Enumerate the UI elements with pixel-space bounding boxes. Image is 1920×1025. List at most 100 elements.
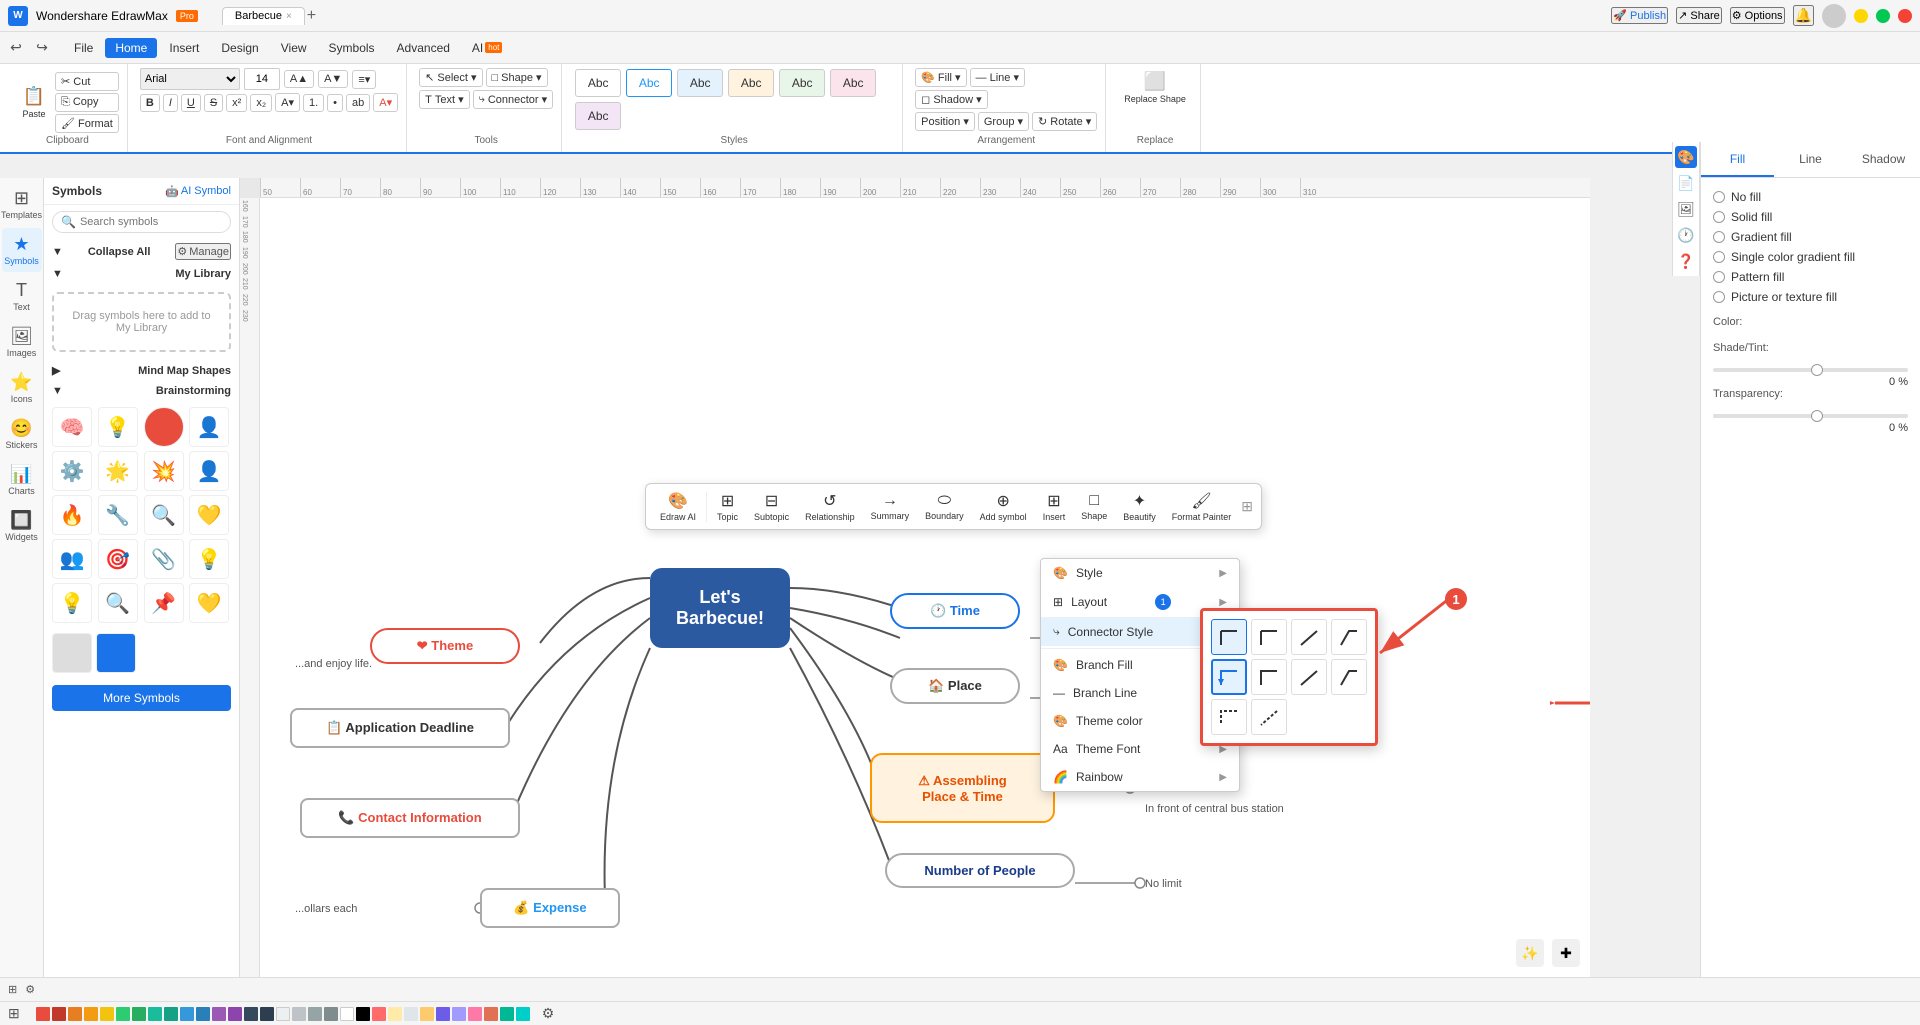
text-effect-button[interactable]: A▾ (275, 93, 300, 112)
swatch-cream[interactable] (388, 1007, 402, 1021)
fill-no-fill[interactable]: No fill (1713, 190, 1908, 204)
list-unordered-button[interactable]: • (327, 94, 343, 112)
manage-button[interactable]: ⚙ Manage (175, 243, 231, 260)
style-abc-1[interactable]: Abc (575, 69, 621, 97)
maximize-button[interactable] (1876, 9, 1890, 23)
sparkle-button[interactable]: ✨ (1516, 939, 1544, 967)
symbol-item-8[interactable]: 👤 (189, 451, 229, 491)
swatch-black[interactable] (356, 1007, 370, 1021)
menu-view[interactable]: View (271, 38, 317, 58)
symbol-item-22[interactable] (96, 633, 136, 673)
mm-node-expense[interactable]: 💰 Expense (480, 888, 620, 928)
ctx-style[interactable]: 🎨 Style ▶ (1041, 559, 1239, 587)
conn-style-10[interactable] (1251, 699, 1287, 735)
options-button[interactable]: ⚙ Options (1730, 7, 1785, 24)
picture-fill-radio[interactable] (1713, 291, 1725, 303)
style-abc-7[interactable]: Abc (575, 102, 621, 130)
symbol-item-13[interactable]: 👥 (52, 539, 92, 579)
ft-boundary[interactable]: ⬭ Boundary (919, 489, 970, 524)
tab-barbecue[interactable]: Barbecue × (222, 7, 305, 25)
swatch-white[interactable] (340, 1007, 354, 1021)
swatch-dark-purple[interactable] (228, 1007, 242, 1021)
ft-edraw-ai[interactable]: 🎨 Edraw AI (654, 488, 702, 525)
menu-design[interactable]: Design (211, 38, 268, 58)
line-button[interactable]: — Line ▾ (970, 68, 1025, 87)
conn-style-1[interactable] (1211, 619, 1247, 655)
menu-ai[interactable]: AI hot (462, 38, 512, 58)
swatch-yellow-orange[interactable] (84, 1007, 98, 1021)
no-fill-radio[interactable] (1713, 191, 1725, 203)
swatch-light[interactable] (276, 1007, 290, 1021)
swatch-cyan[interactable] (516, 1007, 530, 1021)
conn-style-2[interactable] (1251, 619, 1287, 655)
rp-fill-icon[interactable]: 🎨 (1675, 146, 1697, 168)
swatch-dark-blue[interactable] (196, 1007, 210, 1021)
transparency-slider-thumb[interactable] (1811, 410, 1823, 422)
group-button[interactable]: Group ▾ (978, 112, 1029, 131)
publish-button[interactable]: 🚀 Publish (1611, 7, 1668, 24)
share-button[interactable]: ↗ Share (1676, 7, 1722, 24)
copy-button[interactable]: ⎘ Copy (55, 93, 119, 112)
brainstorming-header[interactable]: ▼ Brainstorming (44, 381, 239, 401)
swatch-dark-teal[interactable] (164, 1007, 178, 1021)
shape-button[interactable]: □ Shape ▾ (486, 68, 548, 87)
swatch-purple[interactable] (212, 1007, 226, 1021)
symbol-item-12[interactable]: 💛 (189, 495, 229, 535)
new-tab-button[interactable]: + (307, 7, 316, 25)
notification-button[interactable]: 🔔 (1793, 5, 1814, 26)
rp-tab-line[interactable]: Line (1774, 142, 1847, 177)
menu-advanced[interactable]: Advanced (387, 38, 460, 58)
ft-topic[interactable]: ⊞ Topic (711, 488, 744, 525)
conn-style-8[interactable] (1331, 659, 1367, 695)
ft-relationship[interactable]: ↺ Relationship (799, 488, 861, 525)
underline-button[interactable]: U (181, 94, 201, 112)
symbol-item-14[interactable]: 🎯 (98, 539, 138, 579)
font-family-select[interactable]: Arial (140, 68, 240, 90)
style-abc-3[interactable]: Abc (677, 69, 723, 97)
canvas-area[interactable]: 50 60 70 80 90 100 110 120 130 140 150 1… (240, 178, 1590, 977)
symbol-item-5[interactable]: ⚙️ (52, 451, 92, 491)
close-button[interactable] (1898, 9, 1912, 23)
mm-node-contact[interactable]: 📞 Contact Information (300, 798, 520, 838)
solid-fill-radio[interactable] (1713, 211, 1725, 223)
rp-tab-shadow[interactable]: Shadow (1847, 142, 1920, 177)
swatch-red[interactable] (36, 1007, 50, 1021)
menu-symbols[interactable]: Symbols (319, 38, 385, 58)
mm-node-assembling[interactable]: ⚠ AssemblingPlace & Time (870, 753, 1055, 823)
mm-center-node[interactable]: Let's Barbecue! (650, 568, 790, 648)
sidebar-item-icons[interactable]: ⭐ Icons (2, 366, 42, 410)
swatch-violet[interactable] (436, 1007, 450, 1021)
tab-close-icon[interactable]: × (286, 11, 292, 22)
swatch-mint[interactable] (500, 1007, 514, 1021)
fill-gradient[interactable]: Gradient fill (1713, 230, 1908, 244)
canvas-content[interactable]: 🎨 Edraw AI ⊞ Topic ⊟ Subtopic ↺ Relation… (260, 198, 1590, 977)
fill-solid[interactable]: Solid fill (1713, 210, 1908, 224)
ai-symbol-button[interactable]: 🤖 AI Symbol (165, 185, 231, 198)
mm-node-people[interactable]: Number of People (885, 853, 1075, 888)
ft-expand-icon[interactable]: ⊞ (1241, 498, 1253, 515)
select-button[interactable]: ↖ Select ▾ (419, 68, 482, 87)
strikethrough-button[interactable]: S (204, 94, 223, 112)
symbol-item-21[interactable] (52, 633, 92, 673)
swatch-darker-gray[interactable] (260, 1007, 274, 1021)
swatch-yellow[interactable] (100, 1007, 114, 1021)
swatch-green[interactable] (116, 1007, 130, 1021)
gradient-fill-radio[interactable] (1713, 231, 1725, 243)
symbol-item-15[interactable]: 📎 (144, 539, 184, 579)
color-settings-icon[interactable]: ⚙ (542, 1005, 555, 1022)
menu-home[interactable]: Home (105, 38, 157, 58)
rotate-button[interactable]: ↻ Rotate ▾ (1032, 112, 1097, 131)
mm-node-deadline[interactable]: 📋 Application Deadline (290, 708, 510, 748)
my-library-header[interactable]: ▼ My Library (44, 264, 239, 284)
ft-add-symbol[interactable]: ⊕ Add symbol (974, 488, 1033, 525)
symbols-collapse-all[interactable]: ▼ Collapse All ⚙ Manage (44, 239, 239, 264)
text-button[interactable]: T Text ▾ (419, 90, 470, 109)
mm-node-place[interactable]: 🏠 Place (890, 668, 1020, 704)
symbol-item-17[interactable]: 💡 (52, 583, 92, 623)
avatar[interactable] (1822, 4, 1846, 28)
mm-node-time[interactable]: 🕐 Time (890, 593, 1020, 629)
ft-insert[interactable]: ⊞ Insert (1037, 488, 1072, 525)
ft-subtopic[interactable]: ⊟ Subtopic (748, 488, 795, 525)
symbol-item-2[interactable]: 💡 (98, 407, 138, 447)
transparency-slider[interactable] (1713, 414, 1908, 418)
